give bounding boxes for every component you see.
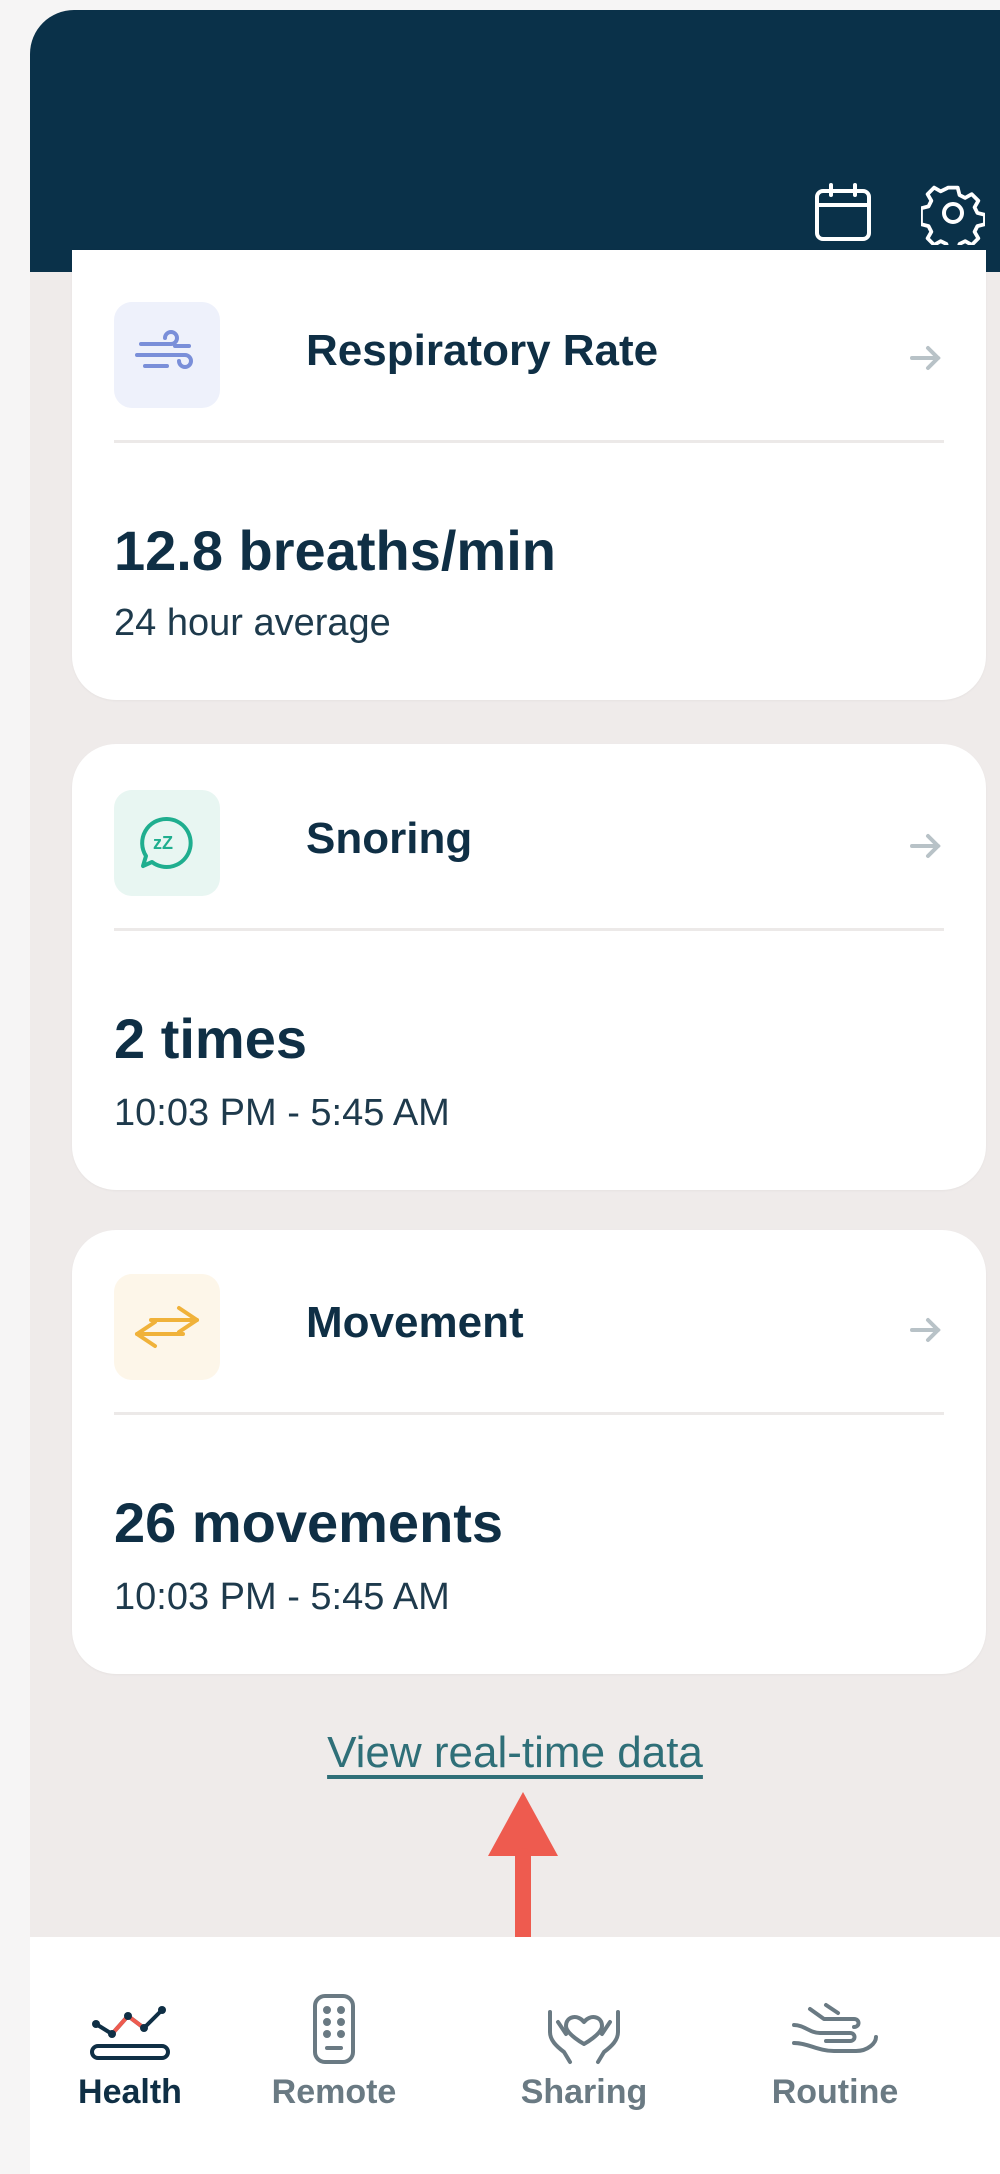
- card-value: 26 movements: [114, 1491, 504, 1554]
- divider: [114, 928, 944, 931]
- tab-label: Routine: [771, 2073, 899, 2111]
- arrow-right-icon: [910, 1318, 941, 1342]
- calendar-icon[interactable]: [808, 178, 878, 248]
- tab-label: Health: [78, 2073, 182, 2111]
- gear-icon[interactable]: [918, 178, 988, 248]
- remote-icon: [289, 1989, 379, 2069]
- wind-icon: [114, 302, 220, 408]
- card-value: 2 times: [114, 1007, 307, 1070]
- arrow-right-icon: [910, 834, 941, 858]
- routine-hand-icon: [790, 1989, 880, 2069]
- tab-label: Remote: [271, 2073, 397, 2111]
- tab-label: Sharing: [520, 2073, 648, 2111]
- tab-routine[interactable]: Routine: [735, 1937, 935, 2174]
- movement-arrows-icon: [114, 1274, 220, 1380]
- bottom-tab-bar: Health Remote Sharing Routine: [30, 1937, 1000, 2174]
- header-bar: [30, 10, 1000, 272]
- divider: [114, 440, 944, 443]
- card-subtitle: 10:03 PM - 5:45 AM: [114, 1092, 450, 1134]
- card-subtitle: 10:03 PM - 5:45 AM: [114, 1576, 450, 1618]
- snoring-card[interactable]: zZ Snoring 2 times 10:03 PM - 5:45 AM: [72, 744, 986, 1190]
- tab-health[interactable]: Health: [30, 1937, 230, 2174]
- sharing-hands-heart-icon: [539, 1989, 629, 2069]
- card-subtitle: 24 hour average: [114, 602, 391, 644]
- tab-sharing[interactable]: Sharing: [484, 1937, 684, 2174]
- respiratory-rate-card[interactable]: Respiratory Rate 12.8 breaths/min 24 hou…: [72, 250, 986, 700]
- svg-text:zZ: zZ: [153, 833, 173, 853]
- card-title: Movement: [306, 1298, 524, 1347]
- app-screen: Respiratory Rate 12.8 breaths/min 24 hou…: [30, 10, 1000, 2174]
- card-title: Snoring: [306, 814, 473, 863]
- card-title: Respiratory Rate: [306, 326, 659, 375]
- divider: [114, 1412, 944, 1415]
- view-real-time-data-link[interactable]: View real-time data: [30, 1728, 1000, 1778]
- tab-remote[interactable]: Remote: [234, 1937, 434, 2174]
- snore-bubble-icon: zZ: [114, 790, 220, 896]
- movement-card[interactable]: Movement 26 movements 10:03 PM - 5:45 AM: [72, 1230, 986, 1674]
- health-chart-icon: [85, 1989, 175, 2069]
- arrow-right-icon: [910, 346, 941, 370]
- card-value: 12.8 breaths/min: [114, 519, 556, 582]
